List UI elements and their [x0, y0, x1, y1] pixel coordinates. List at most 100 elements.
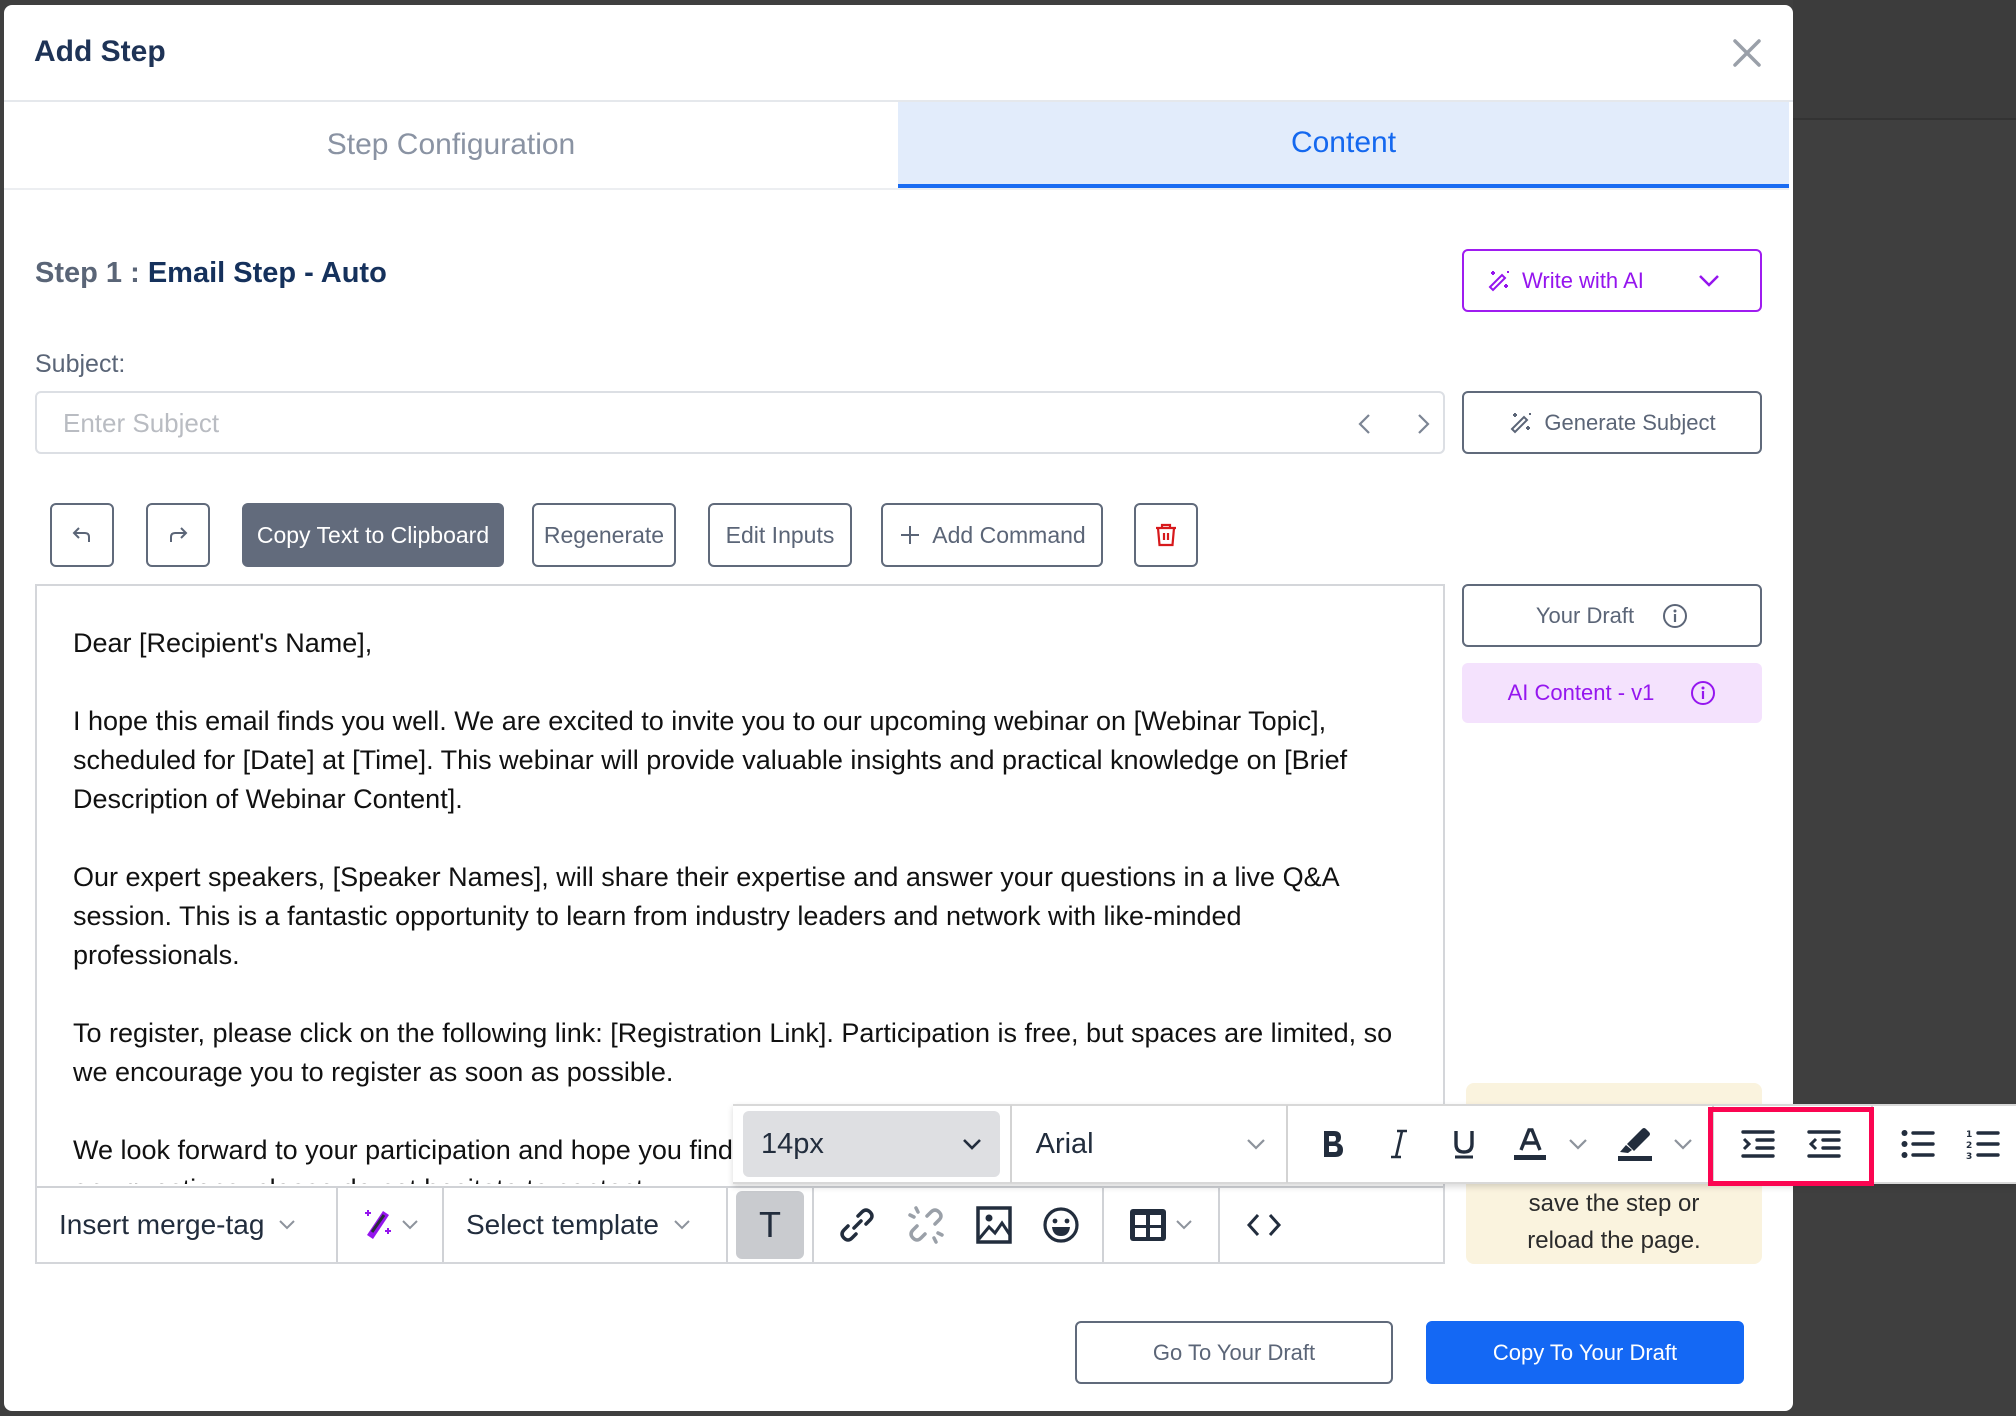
ai-content-version-button[interactable]: AI Content - v1: [1462, 663, 1762, 723]
underline-button[interactable]: [1431, 1111, 1497, 1177]
bold-button[interactable]: [1300, 1111, 1366, 1177]
copy-text-to-clipboard-button[interactable]: Copy Text to Clipboard: [242, 503, 504, 567]
table-icon: [1130, 1209, 1166, 1241]
font-size-dropdown[interactable]: 14px: [743, 1111, 1000, 1177]
indent-icon: [1741, 1130, 1776, 1158]
svg-text:2: 2: [1966, 1141, 1972, 1151]
undo-icon: [72, 527, 90, 542]
highlight-color-button[interactable]: [1602, 1111, 1668, 1177]
chevron-down-icon: [1176, 1220, 1192, 1230]
subject-label: Subject:: [35, 350, 126, 378]
font-family-dropdown[interactable]: Arial: [1012, 1111, 1287, 1177]
ai-magic-dropdown[interactable]: [338, 1188, 444, 1262]
image-icon[interactable]: [975, 1205, 1013, 1245]
link-icon[interactable]: [837, 1205, 877, 1245]
delete-button[interactable]: [1134, 503, 1198, 567]
editor-paragraph: Our expert speakers, [Speaker Names], wi…: [73, 862, 1339, 970]
generate-subject-label: Generate Subject: [1544, 409, 1716, 435]
plus-icon: [901, 526, 920, 544]
tab-bar: Step Configuration Content: [4, 102, 1789, 190]
insert-merge-tag-label: Insert merge-tag: [59, 1209, 265, 1240]
tab-content[interactable]: Content: [898, 102, 1789, 188]
emoji-icon[interactable]: [1042, 1206, 1080, 1244]
next-subject-icon[interactable]: [1411, 411, 1435, 437]
numbered-list-icon: 123: [1966, 1130, 2000, 1159]
text-color-button[interactable]: [1497, 1111, 1563, 1177]
editor-paragraph: I hope this email finds you well. We are…: [73, 706, 1348, 814]
outdent-icon: [1807, 1130, 1841, 1158]
select-template-label: Select template: [466, 1209, 659, 1240]
toolbar-divider: [1286, 1105, 1289, 1183]
highlight-dropdown-icon[interactable]: [1668, 1138, 1698, 1151]
add-step-modal: Add Step Step Configuration Content Step…: [4, 5, 1793, 1411]
modal-title: Add Step: [34, 35, 166, 68]
insert-merge-tag-dropdown[interactable]: Insert merge-tag: [37, 1188, 338, 1262]
info-icon: [1663, 603, 1688, 628]
note-line: save the step or: [1528, 1190, 1700, 1217]
magic-wand-icon: [1510, 412, 1532, 433]
magic-wand-icon: [1488, 270, 1509, 291]
highlighter-icon: [1618, 1128, 1653, 1161]
chevron-down-icon: [962, 1138, 981, 1150]
unlink-icon[interactable]: [906, 1205, 946, 1245]
write-with-ai-label: Write with AI: [1522, 267, 1644, 293]
svg-text:3: 3: [1966, 1152, 1972, 1159]
subject-input[interactable]: [63, 403, 1263, 443]
write-with-ai-button[interactable]: Write with AI: [1462, 249, 1762, 312]
chevron-down-icon: [279, 1220, 296, 1230]
step-heading: Step 1 : Email Step - Auto: [35, 257, 387, 290]
tab-step-configuration[interactable]: Step Configuration: [4, 102, 898, 188]
editor-paragraph: To register, please click on the followi…: [73, 1018, 1393, 1087]
previous-subject-icon[interactable]: [1353, 411, 1377, 437]
step-name: Email Step - Auto: [147, 257, 387, 289]
your-draft-label: Your Draft: [1535, 602, 1635, 628]
your-draft-button[interactable]: Your Draft: [1462, 584, 1762, 647]
close-button[interactable]: [1729, 35, 1765, 71]
select-template-dropdown[interactable]: Select template: [444, 1188, 728, 1262]
italic-button[interactable]: [1366, 1111, 1432, 1177]
go-to-your-draft-button[interactable]: Go To Your Draft: [1075, 1321, 1393, 1384]
svg-text:1: 1: [1966, 1130, 1972, 1140]
text-color-icon: [1513, 1128, 1546, 1160]
generate-subject-button[interactable]: Generate Subject: [1462, 391, 1762, 454]
font-family-value: Arial: [1035, 1127, 1094, 1160]
text-color-dropdown-icon[interactable]: [1563, 1138, 1593, 1151]
ai-wand-icon: [365, 1210, 391, 1239]
copy-to-your-draft-button[interactable]: Copy To Your Draft: [1426, 1321, 1744, 1384]
outdent-button[interactable]: [1791, 1111, 1857, 1177]
indent-button[interactable]: [1726, 1111, 1792, 1177]
redo-button[interactable]: [146, 503, 210, 567]
numbered-list-button[interactable]: 123: [1950, 1111, 2016, 1177]
info-icon: [1691, 681, 1716, 705]
redo-icon: [170, 527, 188, 542]
font-size-value: 14px: [761, 1127, 824, 1160]
editor-content[interactable]: Dear [Recipient's Name], I hope this ema…: [73, 624, 1413, 1184]
add-command-button[interactable]: Add Command: [881, 503, 1103, 567]
undo-button[interactable]: [50, 503, 114, 567]
code-view-icon[interactable]: [1246, 1212, 1282, 1238]
add-command-label: Add Command: [932, 521, 1086, 548]
bulleted-list-icon: [1901, 1130, 1935, 1158]
toolbar-divider: [1870, 1105, 1873, 1183]
trash-icon: [1156, 523, 1176, 547]
step-prefix: Step 1 :: [35, 257, 148, 289]
editor-bottom-toolbar: Insert merge-tag Select template T: [37, 1186, 1443, 1262]
insert-tools-group: [814, 1188, 1104, 1262]
bold-icon: [1323, 1131, 1343, 1157]
modal-header: Add Step: [4, 5, 1793, 102]
subject-field: [35, 391, 1445, 454]
note-line: reload the page.: [1527, 1227, 1701, 1254]
chevron-down-icon: [1247, 1138, 1266, 1150]
editor-paragraph: Dear [Recipient's Name],: [73, 628, 373, 658]
note-text: save the step or reload the page.: [1466, 1185, 1762, 1259]
bulleted-list-button[interactable]: [1885, 1111, 1951, 1177]
text-format-cell: T: [728, 1188, 814, 1262]
insert-table-dropdown[interactable]: [1104, 1188, 1220, 1262]
edit-inputs-button[interactable]: Edit Inputs: [708, 503, 852, 567]
underline-icon: [1454, 1131, 1474, 1159]
text-format-icon[interactable]: T: [736, 1191, 804, 1259]
regenerate-button[interactable]: Regenerate: [532, 503, 676, 567]
chevron-down-icon: [674, 1220, 690, 1230]
ai-content-label: AI Content - v1: [1507, 680, 1655, 705]
italic-icon: [1390, 1129, 1407, 1159]
